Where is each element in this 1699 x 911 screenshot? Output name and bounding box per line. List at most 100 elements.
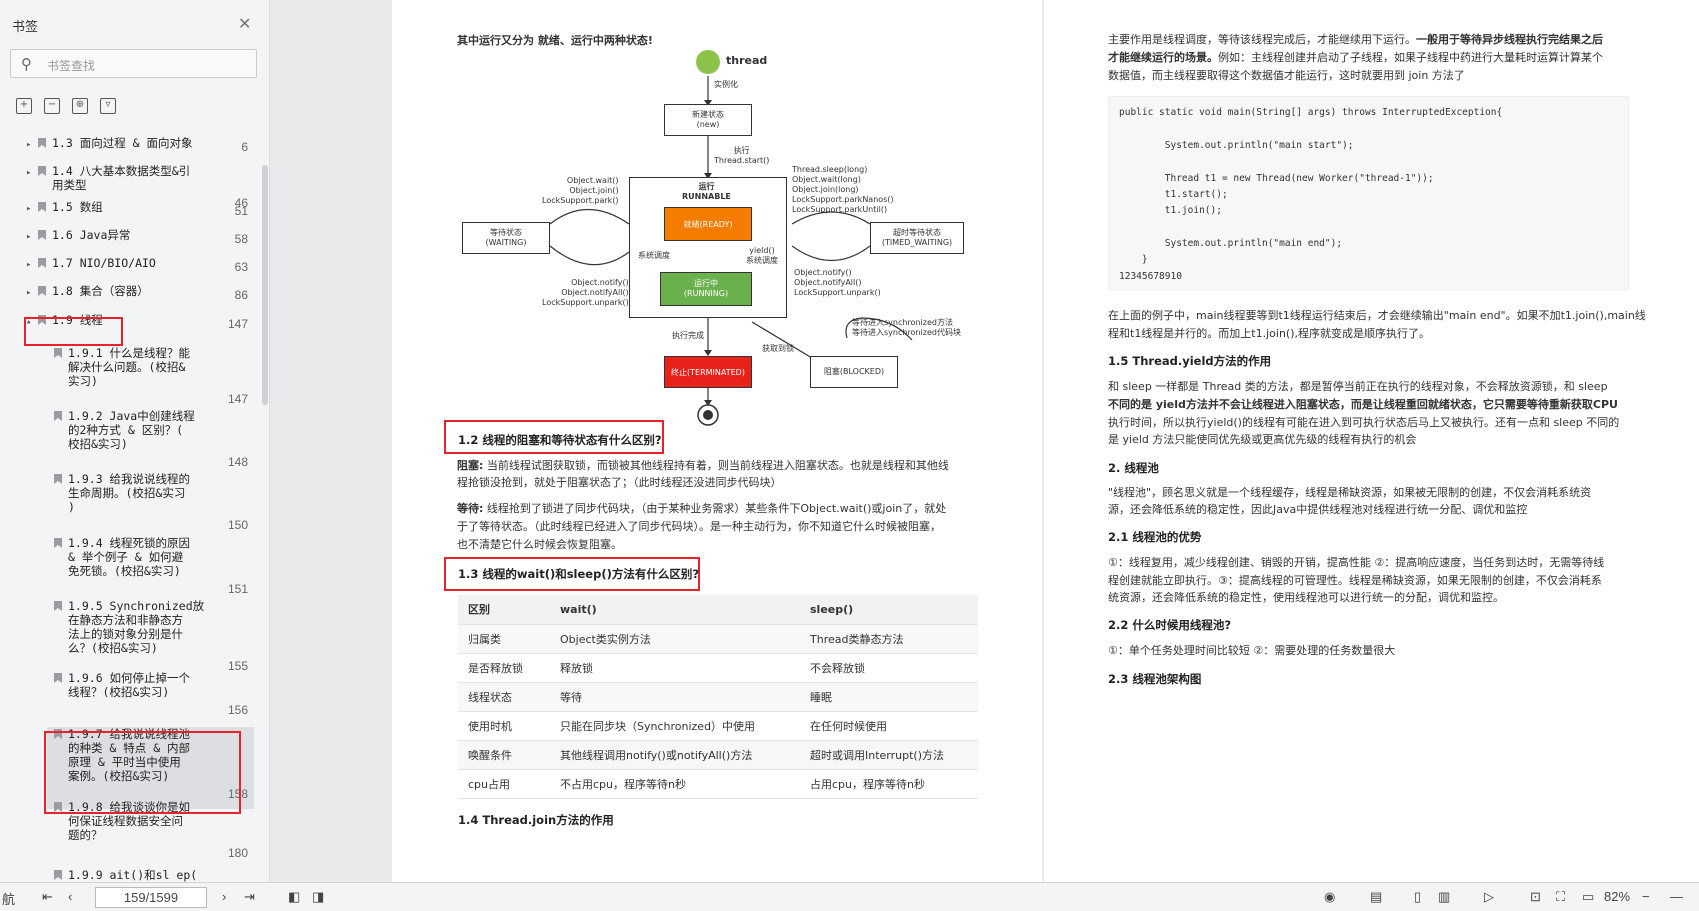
table-cell: 线程状态: [458, 682, 550, 712]
bookmark-flag-icon: [54, 870, 62, 880]
table-row: 使用时机 只能在同步块（Synchronized）中使用 在任何时候使用: [458, 711, 978, 741]
continuous-page-icon[interactable]: ▯: [1414, 889, 1421, 905]
bookmark-label: 1.9.3 给我说说线程的 生命周期。(校招&实习 ): [68, 472, 191, 514]
page-number-input[interactable]: 159/1599: [95, 887, 207, 908]
diagram-waiting-state: 等待状态 (WAITING): [462, 222, 550, 254]
last-page-icon[interactable]: ⇥: [244, 889, 255, 905]
expand-toggle-icon[interactable]: ▸: [26, 138, 31, 152]
expand-toggle-icon[interactable]: ▸: [26, 230, 31, 244]
wait-text-2: 于了等待状态。（此时线程已经进入了同步代码块）。是一种主动行为，你不知道它什么时…: [457, 520, 941, 533]
p2-text-1a: 主要作用是线程调度，等待该线程完成后，才能继续用下运行。: [1108, 33, 1416, 46]
bookmark-label: 1.9.4 线程死锁的原因 & 举个例子 & 如何避 免死锁。(校招&实习): [68, 536, 191, 578]
p2-text-4a: "线程池"，顾名思义就是一个线程缓存，线程是稀缺资源，如果被无限制的创建，不仅会…: [1108, 486, 1592, 499]
table-cell: Thread类静态方法: [800, 624, 978, 654]
bookmark-page-number: 147: [227, 392, 248, 406]
wait-text: 线程抢到了锁进了同步代码块，（由于某种业务需求）某些条件下Object.wait…: [486, 502, 947, 515]
p2-text-5c: 统资源，还会降低系统的稳定性，使用线程池可以进行统一的分配，调优和监控。: [1108, 591, 1504, 604]
zoom-level[interactable]: 82%: [1604, 889, 1630, 904]
bookmark-label: 1.4 八大基本数据类型&引 用类型: [52, 164, 191, 192]
search-placeholder: 书签查找: [47, 59, 96, 73]
first-page-icon[interactable]: ⇤: [42, 889, 53, 905]
bookmark-search-input[interactable]: ⚲ 书签查找: [10, 49, 257, 78]
bookmark-flag-icon: [54, 538, 62, 548]
block-text: 当前线程试图获取锁，而锁被其他线程持有着，则当前线程进入阻塞状态。也就是线程和其…: [486, 459, 949, 472]
diagram-thread-label: thread: [726, 54, 768, 67]
code-line: System.out.println("main start");: [1119, 140, 1354, 151]
document-page-left: 其中运行又分为 就绪、运行中两种状态! thread 实例化 新建状态 (new…: [392, 0, 1042, 882]
diagram-instantiate-label: 实例化: [714, 80, 738, 89]
panel-title: 书签: [12, 20, 39, 35]
fit-width-icon[interactable]: ▭: [1582, 889, 1594, 905]
sidebar-scrollbar[interactable]: [262, 165, 268, 405]
p2-text-3a: 和 sleep 一样都是 Thread 类的方法，都是暂停当前正在执行的线程对象…: [1108, 380, 1608, 393]
table-cell: 唤醒条件: [458, 740, 550, 770]
diagram-timed-waiting-state: 超时等待状态 (TIMED_WAITING): [870, 222, 964, 254]
fit-page-icon[interactable]: ⛶: [1556, 889, 1565, 905]
bookmark-flag-icon: [38, 202, 46, 212]
bookmark-label: 1.9.9 ait()和sl ep(: [68, 868, 198, 882]
bookmark-label: 1.3 面向过程 & 面向对象: [52, 136, 193, 150]
nav-label: 航: [2, 892, 16, 907]
table-cell: Object类实例方法: [550, 624, 800, 654]
bookmark-page-number: 156: [227, 703, 248, 717]
bookmark-flag-icon: [38, 286, 46, 296]
diagram-start-label: 执行 Thread.start(): [714, 146, 770, 165]
heading-2: 2. 线程池: [1108, 461, 1159, 475]
table-cell: 在任何时候使用: [800, 711, 978, 741]
code-line: t1.start();: [1119, 189, 1228, 200]
double-page-icon[interactable]: ▥: [1438, 889, 1450, 905]
bookmark-flag-icon: [54, 673, 62, 683]
diagram-blocked-state: 阻塞(BLOCKED): [810, 356, 898, 388]
expand-toggle-icon[interactable]: ▸: [26, 202, 31, 216]
diagram-wait-out-label: Object.notify() Object.notifyAll() LockS…: [542, 278, 629, 307]
p2-text-5a: ①：线程复用，减少线程创建、销毁的开销，提高性能 ②：提高响应速度，当任务到达时…: [1108, 556, 1605, 569]
diagram-new-state: 新建状态 (new): [664, 104, 752, 136]
single-page-icon[interactable]: ▤: [1370, 889, 1382, 905]
expand-all-icon[interactable]: +: [16, 98, 32, 114]
bookmark-toolbar: + − ⊕ ▿: [16, 92, 128, 114]
bookmark-page-number: 6: [241, 140, 248, 154]
bookmark-flag-icon: [54, 348, 62, 358]
bookmark-page-number: 155: [227, 659, 248, 673]
bookmark-flag-icon: [38, 166, 46, 176]
code-block: public static void main(String[] args) t…: [1108, 96, 1629, 290]
bookmark-page-number: 63: [234, 260, 248, 274]
close-icon[interactable]: ✕: [238, 14, 251, 33]
table-cell: 只能在同步块（Synchronized）中使用: [550, 711, 800, 741]
bookmark-page-number: 147: [227, 317, 248, 331]
prev-page-icon[interactable]: ‹: [68, 889, 72, 904]
next-page-icon[interactable]: ›: [222, 889, 226, 904]
add-bookmark-icon[interactable]: ⊕: [72, 98, 88, 114]
expand-toggle-icon[interactable]: ▸: [26, 286, 31, 300]
code-line-numbers: 12345678910: [1119, 271, 1182, 282]
p2-text-1c: 才能继续运行的场景。: [1108, 51, 1218, 64]
status-bar: 航 ⇤ ‹ 159/1599 › ⇥ ◧ ◨ ◉ ▤ ▯ ▥ ▷ ⊡ ⛶ ▭ 8…: [0, 882, 1699, 911]
bookmark-flag-icon: [38, 230, 46, 240]
zoom-slider[interactable]: —: [1670, 889, 1683, 904]
forward-icon[interactable]: ◨: [312, 889, 324, 905]
diagram-runnable-label: 运行 RUNNABLE: [682, 182, 731, 201]
heading-2-2: 2.2 什么时候用线程池?: [1108, 618, 1232, 632]
diagram-yield-label: yield() 系统调度: [746, 246, 778, 265]
p2-text-3c: 执行时间，所以执行yield()的线程有可能在进入到可执行状态后马上又被执行。还…: [1108, 416, 1620, 429]
play-icon[interactable]: ▷: [1484, 889, 1494, 905]
bookmark-label: 1.8 集合（容器）: [52, 284, 149, 298]
table-cell: 区别: [458, 595, 550, 625]
table-header-row: 区别 wait() sleep(): [458, 595, 978, 625]
back-icon[interactable]: ◧: [288, 889, 300, 905]
diagram-done-label: 执行完成: [672, 331, 704, 340]
eye-icon[interactable]: ◉: [1324, 889, 1335, 905]
zoom-out-icon[interactable]: −: [1642, 889, 1650, 904]
diagram-timed-in-label: Thread.sleep(long) Object.wait(long) Obj…: [792, 165, 894, 214]
diagram-wait-in-label: Object.wait() Object.join() LockSupport.…: [542, 176, 619, 205]
bookmark-page-number: 148: [227, 455, 248, 469]
collapse-all-icon[interactable]: −: [44, 98, 60, 114]
wait-text-3: 也不清楚它什么时候会恢复阻塞。: [457, 538, 622, 551]
search-icon: ⚲: [21, 55, 32, 73]
expand-toggle-icon[interactable]: ▸: [26, 258, 31, 272]
expand-toggle-icon[interactable]: ▸: [26, 166, 31, 180]
bookmark-icon[interactable]: ▿: [100, 98, 116, 114]
document-page-right: 主要作用是线程调度，等待该线程完成后，才能继续用下运行。一般用于等待异步线程执行…: [1044, 0, 1699, 882]
bookmark-page-number: 86: [234, 288, 248, 302]
actual-size-icon[interactable]: ⊡: [1530, 889, 1541, 905]
